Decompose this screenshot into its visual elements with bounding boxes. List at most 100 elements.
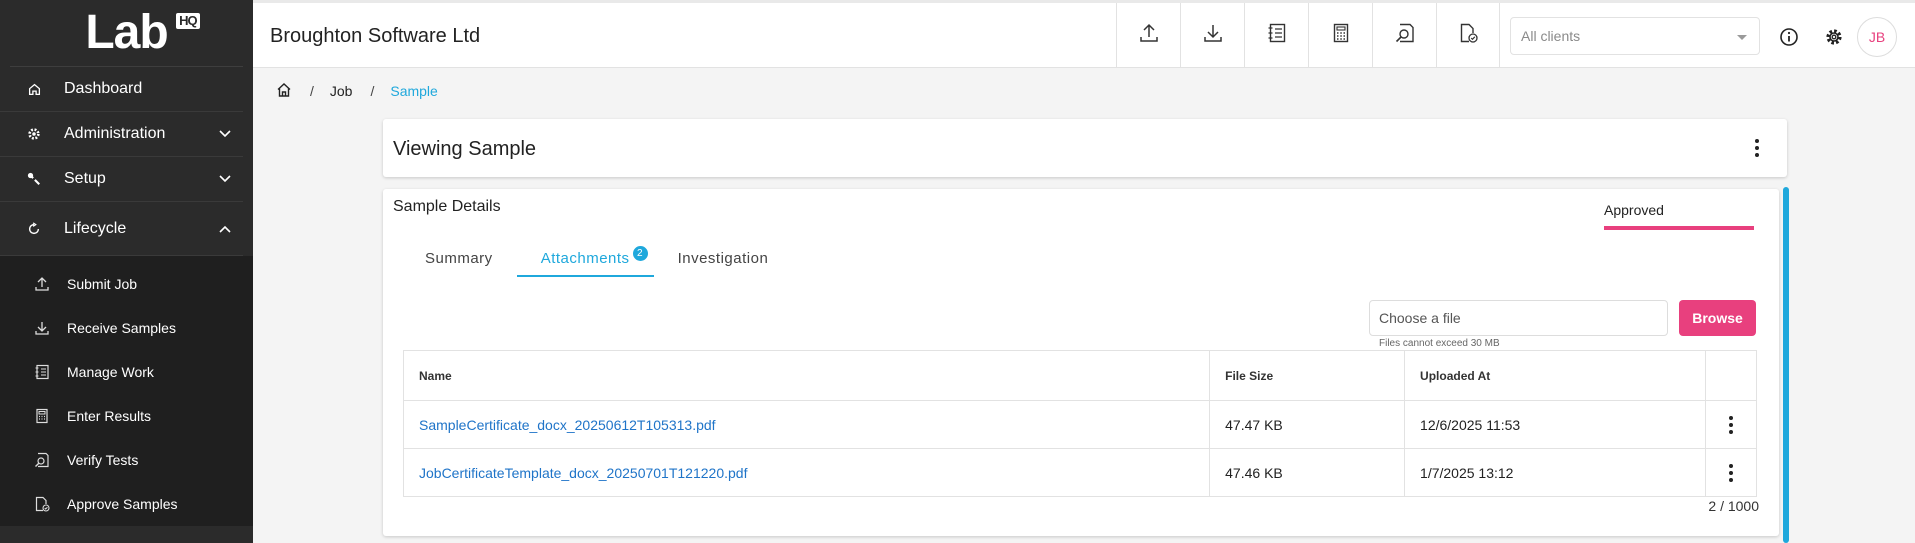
sidebar-item-enter-results[interactable]: Enter Results	[0, 394, 253, 438]
client-select[interactable]: All clients	[1510, 17, 1760, 55]
calculator-icon	[33, 407, 51, 425]
breadcrumb-separator: /	[310, 83, 314, 99]
attachments-count-badge: 2	[632, 246, 648, 261]
tab-bar: Summary Attachments 2 Investigation	[401, 237, 792, 277]
sidebar-subitem-label: Approve Samples	[67, 496, 178, 512]
tab-summary[interactable]: Summary	[401, 237, 517, 277]
approve-document-icon	[33, 495, 51, 513]
breadcrumb-separator: /	[370, 83, 375, 99]
attachment-count: 2 / 1000	[1708, 498, 1759, 514]
manage-work-toolbar-button[interactable]	[1244, 3, 1308, 68]
file-input[interactable]: Choose a file	[1369, 300, 1668, 336]
page-title: Viewing Sample	[393, 138, 537, 160]
home-icon[interactable]	[276, 82, 292, 101]
file-size-hint: Files cannot exceed 30 MB	[1379, 338, 1500, 349]
breadcrumb-job[interactable]: Job	[330, 83, 353, 99]
scrollbar[interactable]	[1783, 187, 1789, 543]
cycle-icon	[26, 221, 42, 237]
upload-icon	[33, 275, 51, 293]
logo-badge: HQ	[176, 13, 200, 29]
sidebar-item-label: Administration	[64, 125, 166, 142]
submit-job-toolbar-button[interactable]	[1116, 3, 1180, 68]
sidebar-item-lifecycle[interactable]: Lifecycle	[0, 202, 243, 256]
table-row: JobCertificateTemplate_docx_20250701T121…	[402, 448, 1757, 497]
sidebar-item-manage-work[interactable]: Manage Work	[0, 350, 253, 394]
sidebar-item-approve-samples[interactable]: Approve Samples	[0, 482, 253, 526]
breadcrumb: / Job / Sample	[276, 82, 438, 100]
chevron-down-icon	[219, 125, 231, 143]
upload-icon	[1138, 22, 1160, 49]
caret-down-icon	[1737, 35, 1747, 40]
more-options-icon[interactable]	[1747, 138, 1767, 158]
verify-tests-toolbar-button[interactable]	[1372, 3, 1436, 68]
sidebar-item-dashboard[interactable]: Dashboard	[0, 67, 243, 112]
breadcrumb-sample: Sample	[390, 83, 438, 99]
sidebar-item-receive-samples[interactable]: Receive Samples	[0, 306, 253, 350]
column-header-uploaded-at[interactable]: Uploaded At	[1404, 350, 1707, 401]
gear-icon	[26, 126, 42, 142]
tab-label: Attachments	[540, 250, 630, 267]
sidebar-item-setup[interactable]: Setup	[0, 157, 243, 202]
file-name-cell: JobCertificateTemplate_docx_20250701T121…	[402, 448, 1211, 497]
browse-button[interactable]: Browse	[1679, 300, 1756, 336]
sidebar-item-label: Setup	[64, 170, 106, 187]
sidebar-item-verify-tests[interactable]: Verify Tests	[0, 438, 253, 482]
sidebar-subitem-label: Enter Results	[67, 408, 152, 424]
approve-document-icon	[1457, 22, 1479, 49]
top-bar: Broughton Software Ltd All clients JB	[253, 0, 1915, 68]
column-header-actions	[1705, 350, 1757, 401]
chevron-down-icon	[219, 170, 231, 188]
status-badge: Approved	[1604, 202, 1754, 230]
home-icon	[26, 81, 42, 97]
sidebar: Lab HQ Dashboard Administration Setup Lif…	[0, 0, 253, 543]
company-name: Broughton Software Ltd	[270, 25, 481, 47]
file-size-cell: 47.46 KB	[1209, 448, 1406, 497]
file-link[interactable]: JobCertificateTemplate_docx_20250701T121…	[419, 465, 747, 481]
details-title: Sample Details	[393, 198, 501, 215]
notebook-icon	[33, 363, 51, 381]
more-options-icon[interactable]	[1721, 463, 1741, 483]
wrench-icon	[26, 171, 42, 187]
search-document-icon	[1394, 22, 1416, 49]
app-logo[interactable]: Lab HQ	[10, 0, 243, 67]
sidebar-item-submit-job[interactable]: Submit Job	[0, 262, 253, 306]
settings-icon[interactable]	[1823, 26, 1845, 48]
page-header-card: Viewing Sample	[383, 119, 1787, 177]
sidebar-subitem-label: Submit Job	[67, 276, 138, 292]
file-link[interactable]: SampleCertificate_docx_20250612T105313.p…	[419, 417, 716, 433]
uploaded-at-cell: 12/6/2025 11:53	[1404, 400, 1707, 449]
tab-label: Summary	[425, 250, 493, 267]
sidebar-item-label: Lifecycle	[64, 219, 127, 237]
tab-investigation[interactable]: Investigation	[654, 237, 793, 277]
column-header-name[interactable]: Name	[402, 350, 1211, 401]
uploaded-at-cell: 1/7/2025 13:12	[1404, 448, 1707, 497]
approve-samples-toolbar-button[interactable]	[1436, 3, 1500, 68]
sidebar-subitem-label: Receive Samples	[67, 320, 176, 336]
sidebar-item-administration[interactable]: Administration	[0, 112, 243, 157]
calculator-icon	[1330, 22, 1352, 49]
sidebar-subitem-label: Verify Tests	[67, 452, 139, 468]
lifecycle-submenu: Submit Job Receive Samples Manage Work E…	[0, 256, 253, 526]
info-icon[interactable]	[1778, 26, 1800, 48]
file-name-cell: SampleCertificate_docx_20250612T105313.p…	[402, 400, 1211, 449]
enter-results-toolbar-button[interactable]	[1308, 3, 1372, 68]
receive-samples-toolbar-button[interactable]	[1180, 3, 1244, 68]
table-header-row: Name File Size Uploaded At	[402, 350, 1757, 401]
sidebar-subitem-label: Manage Work	[67, 364, 154, 380]
logo-text: Lab HQ	[85, 9, 200, 57]
tab-attachments[interactable]: Attachments 2	[516, 237, 654, 277]
user-avatar[interactable]: JB	[1857, 17, 1897, 57]
column-header-file-size[interactable]: File Size	[1209, 350, 1406, 401]
download-icon	[1202, 22, 1224, 49]
client-select-value: All clients	[1521, 28, 1581, 44]
row-actions-cell	[1705, 448, 1757, 497]
sample-details-card: Sample Details Approved Summary Attachme…	[383, 189, 1779, 536]
row-actions-cell	[1705, 400, 1757, 449]
file-size-cell: 47.47 KB	[1209, 400, 1406, 449]
sidebar-item-label: Dashboard	[64, 80, 143, 97]
more-options-icon[interactable]	[1721, 415, 1741, 435]
notebook-icon	[1266, 22, 1288, 49]
attachments-table: Name File Size Uploaded At SampleCertifi…	[402, 350, 1757, 497]
table-row: SampleCertificate_docx_20250612T105313.p…	[402, 400, 1757, 449]
chevron-up-icon	[219, 220, 231, 238]
